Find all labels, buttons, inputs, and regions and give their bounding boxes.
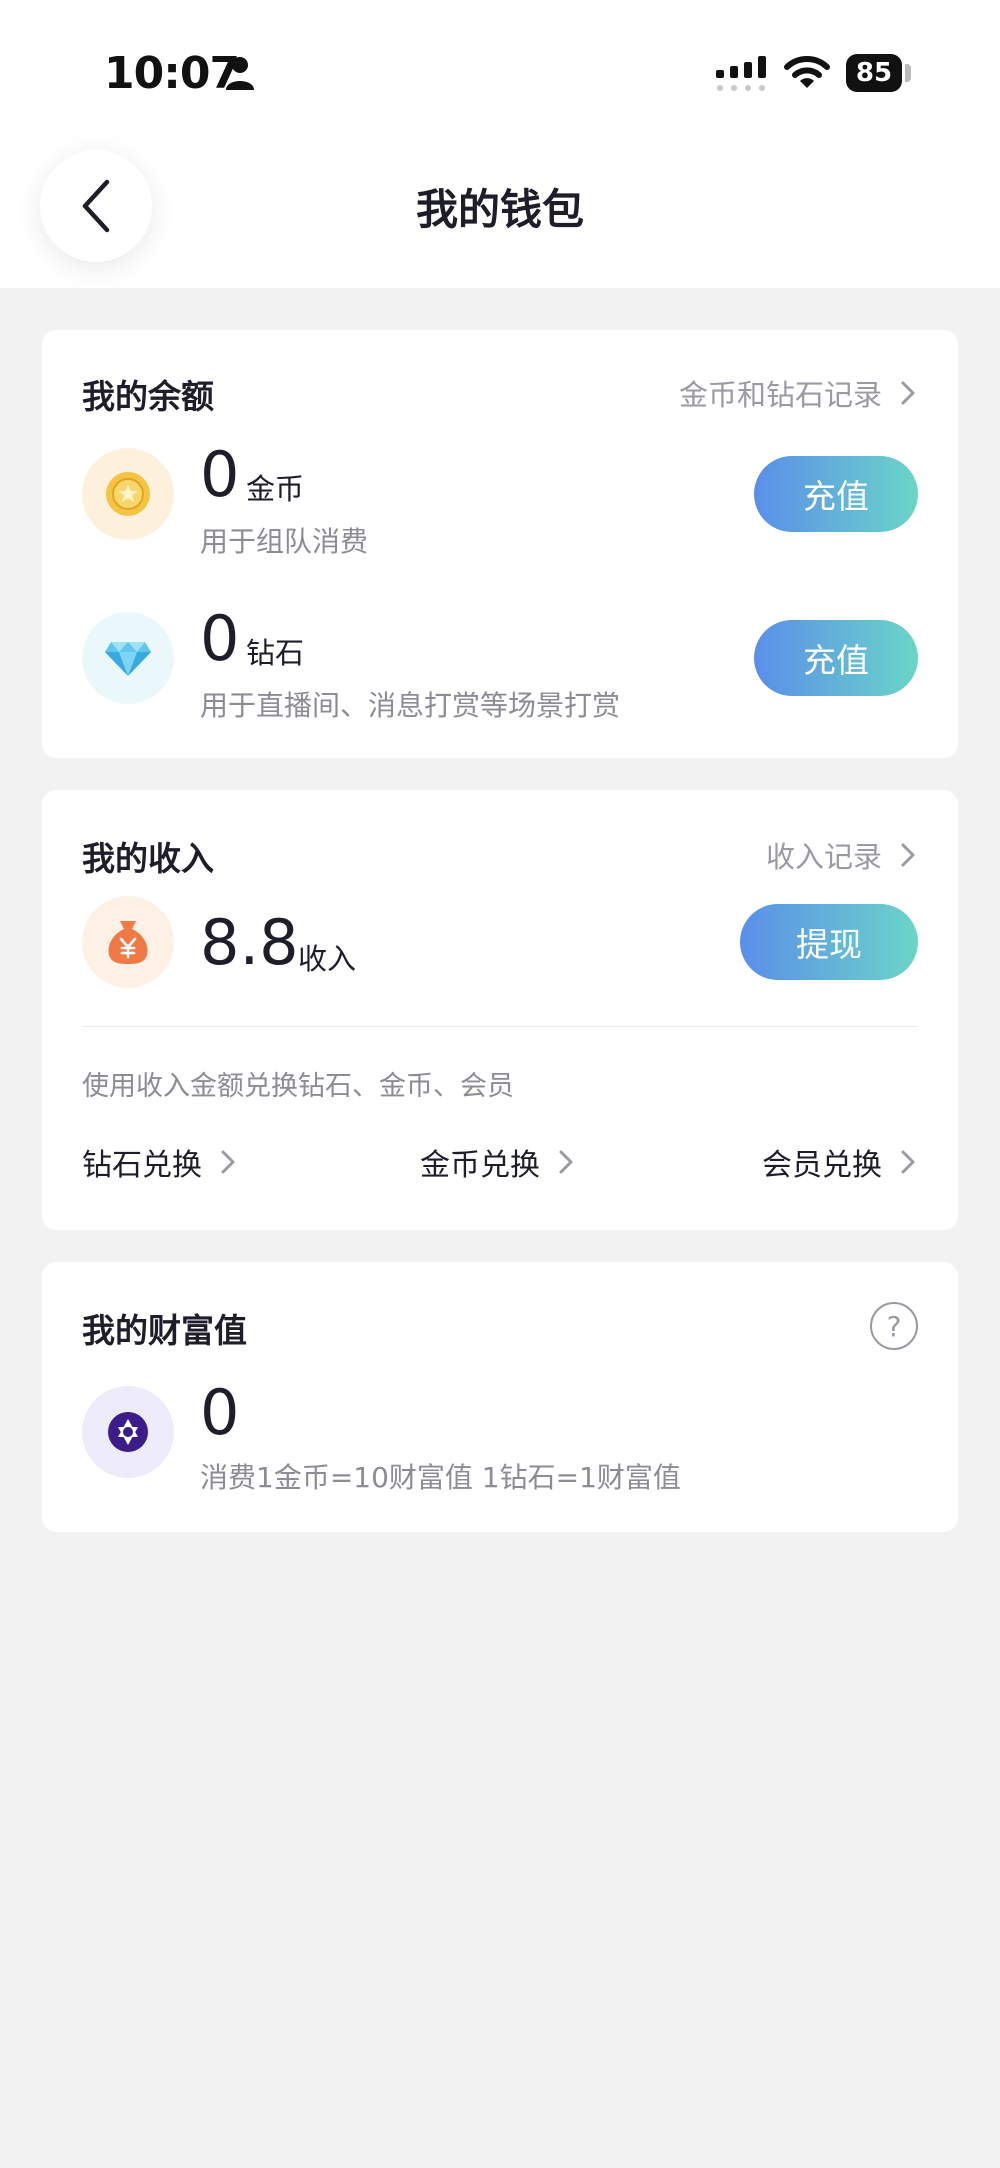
income-record-label: 收入记录 bbox=[765, 840, 882, 874]
wifi-icon bbox=[784, 56, 830, 88]
exchange-hint: 使用收入金额兑换钻石、金币、会员 bbox=[82, 1071, 514, 1102]
diamond-amount: 0 bbox=[200, 602, 240, 675]
income-icon-circle bbox=[82, 896, 174, 988]
chevron-right-icon bbox=[901, 843, 915, 867]
record-link-label: 金币和钻石记录 bbox=[678, 378, 882, 412]
battery-indicator: 85 bbox=[846, 54, 902, 92]
income-unit: 收入 bbox=[298, 942, 357, 976]
income-record-link[interactable]: 收入记录 bbox=[766, 834, 916, 876]
chevron-right-icon bbox=[901, 1150, 915, 1174]
page-title: 我的钱包 bbox=[415, 185, 584, 234]
chevron-right-icon bbox=[221, 1150, 235, 1174]
diamond-recharge-button[interactable]: 充值 bbox=[754, 620, 918, 696]
diamond-icon bbox=[105, 642, 151, 676]
coin-icon-circle bbox=[82, 448, 174, 540]
status-time: 10:07 bbox=[104, 48, 240, 99]
person-icon bbox=[226, 57, 254, 90]
coin-icon bbox=[106, 472, 150, 516]
coin-diamond-record-link[interactable]: 金币和钻石记录 bbox=[679, 372, 916, 414]
diamond-description: 用于直播间、消息打赏等场景打赏 bbox=[200, 689, 621, 722]
coin-unit: 金币 bbox=[246, 472, 305, 506]
status-bar: 10:07 85 bbox=[0, 0, 1000, 140]
chevron-right-icon bbox=[901, 381, 915, 405]
diamond-exchange-link[interactable]: 钻石兑换 bbox=[82, 1140, 236, 1184]
help-icon[interactable]: ? bbox=[870, 1302, 918, 1350]
wealth-icon-circle bbox=[82, 1386, 174, 1478]
coin-amount: 0 bbox=[200, 438, 240, 511]
money-bag-icon bbox=[108, 921, 148, 964]
coin-exchange-label: 金币兑换 bbox=[420, 1148, 540, 1183]
balance-card: 我的余额 金币和钻石记录 0 金币 用于组队消费 充值 0 钻石 用于直播间、消… bbox=[42, 330, 958, 758]
signal-icon bbox=[716, 56, 766, 91]
member-exchange-label: 会员兑换 bbox=[762, 1148, 882, 1183]
app-header: 10:07 85 我的钱包 bbox=[0, 0, 1000, 288]
wealth-card: 我的财富值 ? 0 消费1金币=10财富值 1钻石=1财富值 bbox=[42, 1262, 958, 1532]
chevron-right-icon bbox=[559, 1150, 573, 1174]
income-card: 我的收入 收入记录 8.8 收入 提现 使用收入金额兑换钻石、金币、会员 钻石兑… bbox=[42, 790, 958, 1230]
wealth-amount: 0 bbox=[200, 1376, 240, 1449]
income-divider bbox=[82, 1026, 918, 1027]
balance-title: 我的余额 bbox=[82, 377, 214, 416]
diamond-unit: 钻石 bbox=[246, 636, 305, 670]
wealth-description: 消费1金币=10财富值 1钻石=1财富值 bbox=[200, 1461, 681, 1494]
income-title: 我的收入 bbox=[82, 839, 214, 878]
withdraw-button[interactable]: 提现 bbox=[740, 904, 918, 980]
wealth-title: 我的财富值 bbox=[82, 1311, 247, 1350]
battery-tip bbox=[905, 64, 911, 82]
diamond-exchange-label: 钻石兑换 bbox=[82, 1148, 202, 1183]
coin-exchange-link[interactable]: 金币兑换 bbox=[420, 1140, 574, 1184]
member-exchange-link[interactable]: 会员兑换 bbox=[762, 1140, 916, 1184]
diamond-icon-circle bbox=[82, 612, 174, 704]
wealth-star-icon bbox=[108, 1412, 148, 1452]
coin-description: 用于组队消费 bbox=[200, 525, 369, 558]
income-amount: 8.8 bbox=[200, 906, 299, 979]
coin-recharge-button[interactable]: 充值 bbox=[754, 456, 918, 532]
